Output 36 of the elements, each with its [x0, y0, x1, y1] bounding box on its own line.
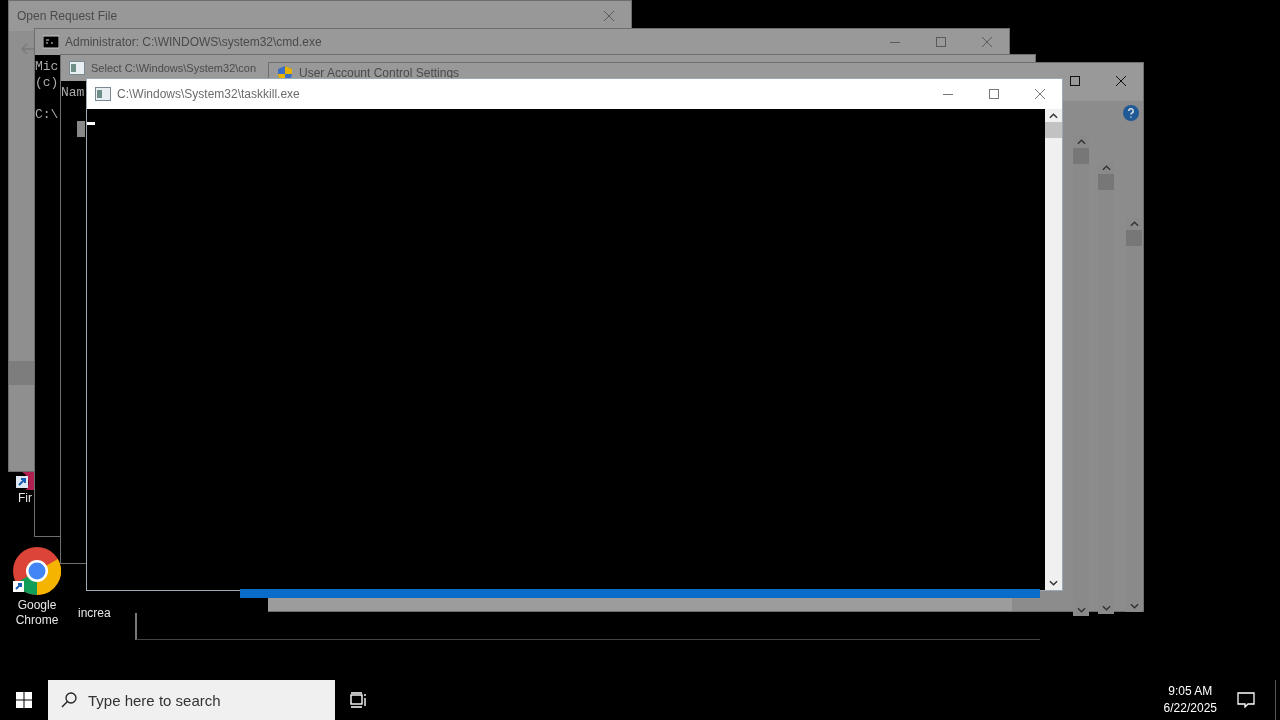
clock-date: 6/22/2025	[1163, 700, 1217, 717]
scroll-up-icon[interactable]	[1049, 113, 1058, 119]
window-title: C:\Windows\System32\taskkill.exe	[117, 87, 300, 101]
search-icon	[61, 692, 77, 708]
window-title: Open Request File	[17, 9, 118, 23]
maximize-icon[interactable]	[989, 89, 999, 99]
scroll-down-icon[interactable]	[1049, 580, 1058, 586]
window-icon	[95, 86, 111, 102]
search-field[interactable]: Type here to search	[48, 680, 335, 720]
text-cursor	[87, 122, 95, 125]
window-title: Select C:\Windows\System32\con	[91, 62, 257, 74]
notification-icon[interactable]	[1237, 692, 1255, 708]
clock[interactable]: 9:05 AM 6/22/2025	[1163, 683, 1217, 717]
scrollbar[interactable]	[1045, 109, 1062, 590]
window-title: User Account Control Settings	[299, 66, 460, 80]
browser-icon[interactable]	[13, 547, 61, 595]
window-icon	[69, 60, 85, 76]
close-icon[interactable]	[1035, 89, 1045, 99]
console-line: (c)	[35, 75, 59, 91]
terminal-icon	[43, 34, 59, 50]
console-line: Nam	[61, 85, 85, 101]
desktop-icon-label[interactable]: Fir	[18, 491, 32, 506]
scroll-thumb[interactable]	[1045, 122, 1062, 138]
start-icon[interactable]	[16, 692, 32, 708]
close-icon[interactable]	[1116, 76, 1126, 86]
console-line: C:\	[35, 107, 59, 123]
console-line: Mic	[35, 59, 59, 75]
desktop-icon-label[interactable]: Google Chrome	[5, 598, 69, 628]
task-view-icon[interactable]	[350, 692, 368, 708]
text-cursor	[77, 121, 85, 137]
help-icon[interactable]	[1123, 105, 1139, 121]
scroll-thumb[interactable]	[1126, 230, 1142, 246]
desktop-icon-label[interactable]: increa	[78, 606, 111, 621]
clock-time: 9:05 AM	[1168, 683, 1213, 700]
maximize-icon[interactable]	[1070, 76, 1080, 86]
window-title: Administrator: C:\WINDOWS\system32\cmd.exe	[65, 35, 322, 49]
